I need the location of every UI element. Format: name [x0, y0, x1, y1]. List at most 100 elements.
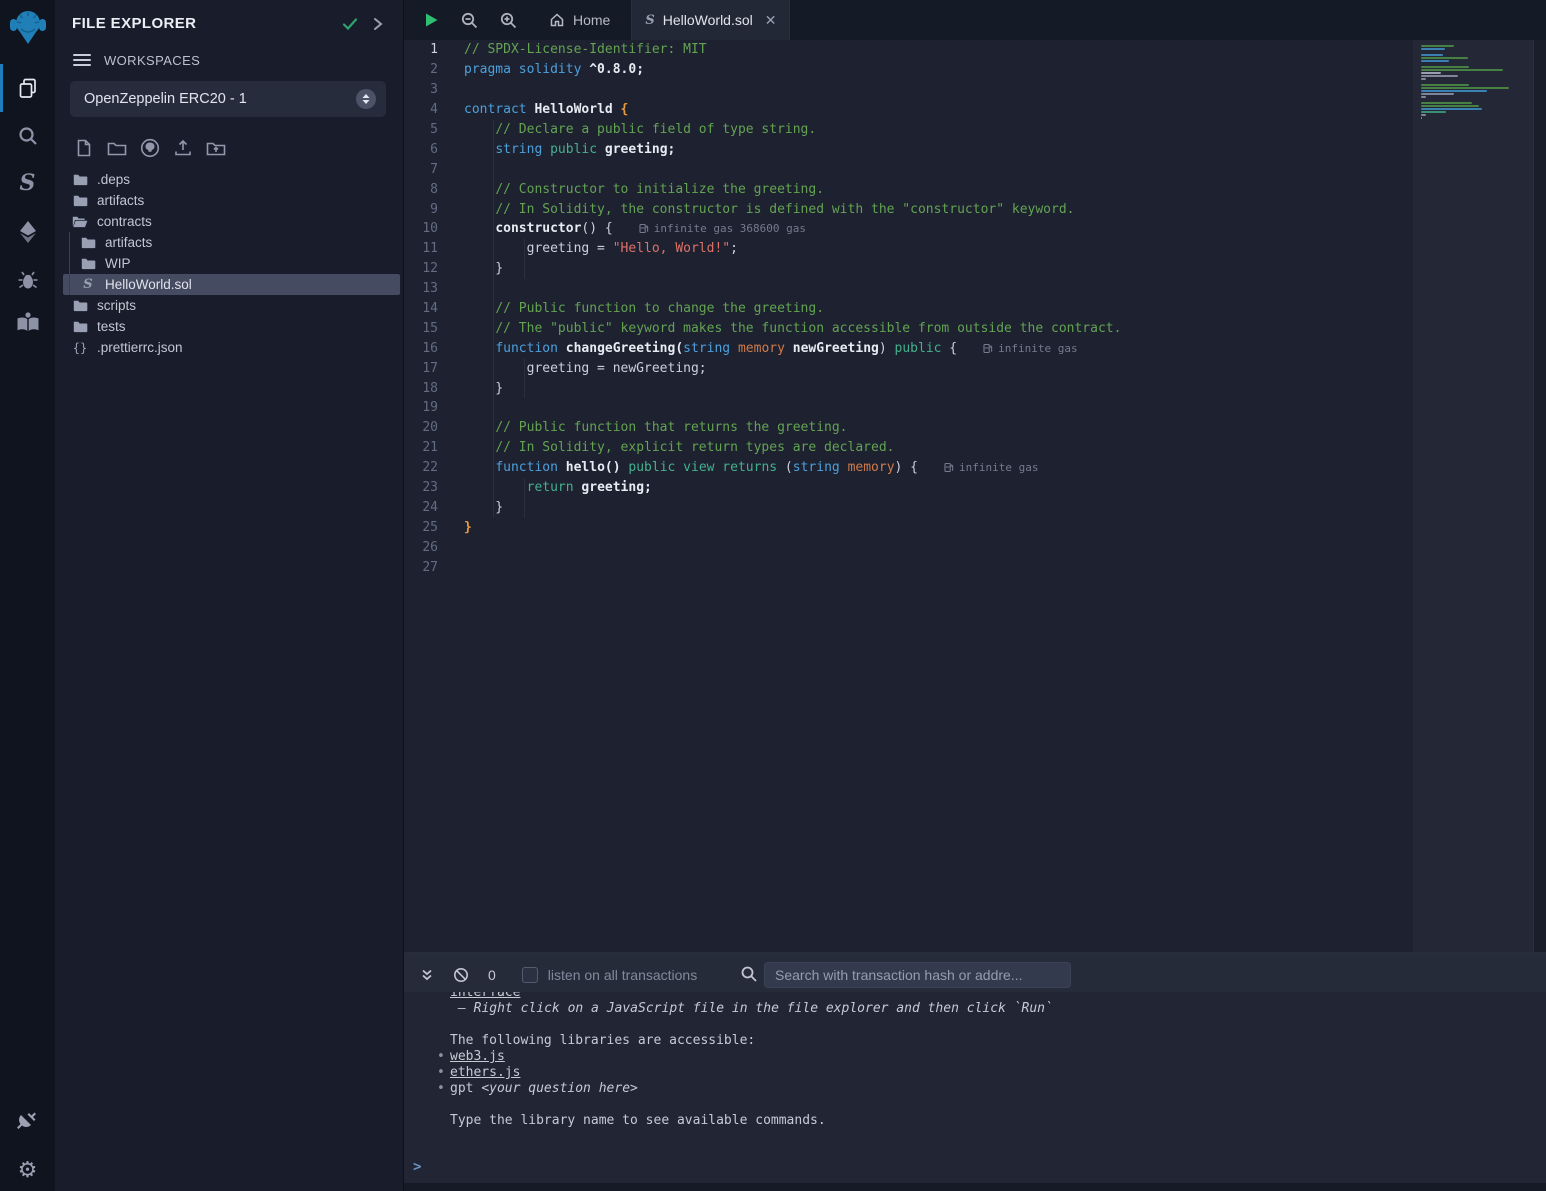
- zoom-out-icon[interactable]: [460, 11, 479, 30]
- line-number: 12: [404, 261, 464, 276]
- terminal-link[interactable]: ethers.js: [450, 1065, 520, 1080]
- minimap-line: [1421, 93, 1454, 95]
- minimap-line: [1421, 90, 1487, 92]
- minimap-line: [1421, 102, 1472, 104]
- terminal-search-input[interactable]: [764, 962, 1071, 988]
- chevron-right-icon[interactable]: [371, 16, 385, 32]
- tree-item-label: .deps: [97, 172, 130, 187]
- tree-item-artifacts[interactable]: artifacts: [63, 190, 400, 211]
- code-line[interactable]: 19: [404, 398, 1413, 418]
- check-icon[interactable]: [341, 16, 359, 32]
- code-line[interactable]: 23 return greeting;: [404, 478, 1413, 498]
- tree-item-scripts[interactable]: scripts: [63, 295, 400, 316]
- code-line[interactable]: 9 // In Solidity, the constructor is def…: [404, 199, 1413, 219]
- workspace-sort-icon[interactable]: [356, 89, 376, 109]
- code-line[interactable]: 15 // The "public" keyword makes the fun…: [404, 318, 1413, 338]
- tree-item--prettierrc-json[interactable]: {}.prettierrc.json: [63, 337, 400, 358]
- minimap-line: [1421, 108, 1482, 110]
- upload-file-icon[interactable]: [170, 136, 196, 160]
- terminal-text: gpt: [450, 1081, 481, 1096]
- upload-folder-icon[interactable]: [203, 136, 229, 160]
- line-number: 13: [404, 281, 464, 296]
- tree-item-wip[interactable]: WIP: [63, 253, 400, 274]
- minimap-line: [1421, 45, 1454, 47]
- code-line[interactable]: 22 function hello() public view returns …: [404, 458, 1413, 478]
- code-text: }: [464, 261, 1413, 276]
- new-folder-icon[interactable]: [104, 136, 130, 160]
- debugger-icon[interactable]: [0, 259, 55, 301]
- tab-label: Home: [573, 12, 610, 28]
- code-line[interactable]: 8 // Constructor to initialize the greet…: [404, 179, 1413, 199]
- terminal-output: interface– Right click on a JavaScript f…: [404, 992, 1546, 1183]
- line-number: 15: [404, 321, 464, 336]
- code-line[interactable]: 7: [404, 159, 1413, 179]
- hamburger-menu-icon[interactable]: [72, 52, 92, 68]
- code-line[interactable]: 2pragma solidity ^0.8.0;: [404, 60, 1413, 80]
- tab-helloworld-sol[interactable]: S HelloWorld.sol ✕: [631, 0, 790, 40]
- learneth-icon[interactable]: [0, 301, 55, 343]
- code-line[interactable]: 24 }: [404, 497, 1413, 517]
- code-line[interactable]: 6 string public greeting;: [404, 139, 1413, 159]
- zoom-in-icon[interactable]: [499, 11, 518, 30]
- new-file-icon[interactable]: [71, 136, 97, 160]
- code-line[interactable]: 4contract HelloWorld {: [404, 100, 1413, 120]
- line-number: 16: [404, 341, 464, 356]
- tree-item-artifacts[interactable]: artifacts: [63, 232, 400, 253]
- minimap-line: [1421, 69, 1503, 71]
- file-explorer-panel: FILE EXPLORER WORKSPACES OpenZeppelin ER…: [55, 0, 404, 1191]
- code-line[interactable]: 27: [404, 557, 1413, 577]
- tree-item--deps[interactable]: .deps: [63, 169, 400, 190]
- explorer-actions: [55, 117, 403, 160]
- search-icon[interactable]: [0, 115, 55, 157]
- code-line[interactable]: 18 }: [404, 378, 1413, 398]
- editor-scrollbar[interactable]: [1533, 40, 1546, 952]
- tree-item-helloworld-sol[interactable]: SHelloWorld.sol: [63, 274, 400, 295]
- clear-console-icon[interactable]: [448, 967, 474, 983]
- settings-gear-icon[interactable]: ⚙: [0, 1149, 55, 1191]
- file-explorer-icon[interactable]: [0, 67, 55, 109]
- github-clone-icon[interactable]: [137, 136, 163, 160]
- terminal-link[interactable]: web3.js: [450, 1049, 505, 1064]
- code-line[interactable]: 10 constructor() {infinite gas 368600 ga…: [404, 219, 1413, 239]
- code-line[interactable]: 12 }: [404, 259, 1413, 279]
- terminal-panel: 0 listen on all transactions interface– …: [404, 952, 1546, 1191]
- run-script-icon[interactable]: [422, 11, 440, 29]
- minimap[interactable]: [1413, 40, 1533, 952]
- tree-item-label: artifacts: [97, 193, 144, 208]
- remix-logo-icon[interactable]: [0, 6, 55, 48]
- code-line[interactable]: 17 greeting = newGreeting;: [404, 358, 1413, 378]
- code-line[interactable]: 20 // Public function that returns the g…: [404, 418, 1413, 438]
- tab-home[interactable]: Home: [536, 0, 623, 40]
- code-line[interactable]: 13: [404, 279, 1413, 299]
- tree-item-contracts[interactable]: contracts: [63, 211, 400, 232]
- code-editor[interactable]: 1// SPDX-License-Identifier: MIT2pragma …: [404, 40, 1413, 952]
- folder-icon: [72, 319, 88, 335]
- terminal-link[interactable]: interface: [450, 992, 520, 1000]
- solidity-compiler-icon[interactable]: S: [0, 162, 55, 204]
- workspace-select[interactable]: OpenZeppelin ERC20 - 1: [70, 81, 386, 117]
- code-line[interactable]: 14 // Public function to change the gree…: [404, 299, 1413, 319]
- terminal-prompt[interactable]: >: [413, 1159, 421, 1175]
- plugin-manager-icon[interactable]: [0, 1100, 55, 1142]
- code-text: constructor() {infinite gas 368600 gas: [464, 221, 1413, 236]
- terminal-text: The following libraries are accessible:: [450, 1033, 755, 1048]
- code-line[interactable]: 26: [404, 537, 1413, 557]
- line-number: 21: [404, 440, 464, 455]
- listen-transactions-checkbox[interactable]: [522, 967, 538, 983]
- code-line[interactable]: 16 function changeGreeting(string memory…: [404, 338, 1413, 358]
- minimap-line: [1421, 78, 1426, 80]
- line-number: 23: [404, 480, 464, 495]
- code-text: // Public function to change the greetin…: [464, 301, 1413, 316]
- expand-terminal-icon[interactable]: [414, 968, 440, 982]
- code-line[interactable]: 3: [404, 80, 1413, 100]
- code-text: function hello() public view returns (st…: [464, 460, 1413, 475]
- deploy-and-run-icon[interactable]: [0, 211, 55, 253]
- code-line[interactable]: 1// SPDX-License-Identifier: MIT: [404, 40, 1413, 60]
- code-line[interactable]: 21 // In Solidity, explicit return types…: [404, 438, 1413, 458]
- code-line[interactable]: 5 // Declare a public field of type stri…: [404, 120, 1413, 140]
- tree-item-tests[interactable]: tests: [63, 316, 400, 337]
- code-line[interactable]: 11 greeting = "Hello, World!";: [404, 239, 1413, 259]
- code-line[interactable]: 25}: [404, 517, 1413, 537]
- folder-icon: [72, 172, 88, 188]
- close-tab-icon[interactable]: ✕: [765, 12, 777, 29]
